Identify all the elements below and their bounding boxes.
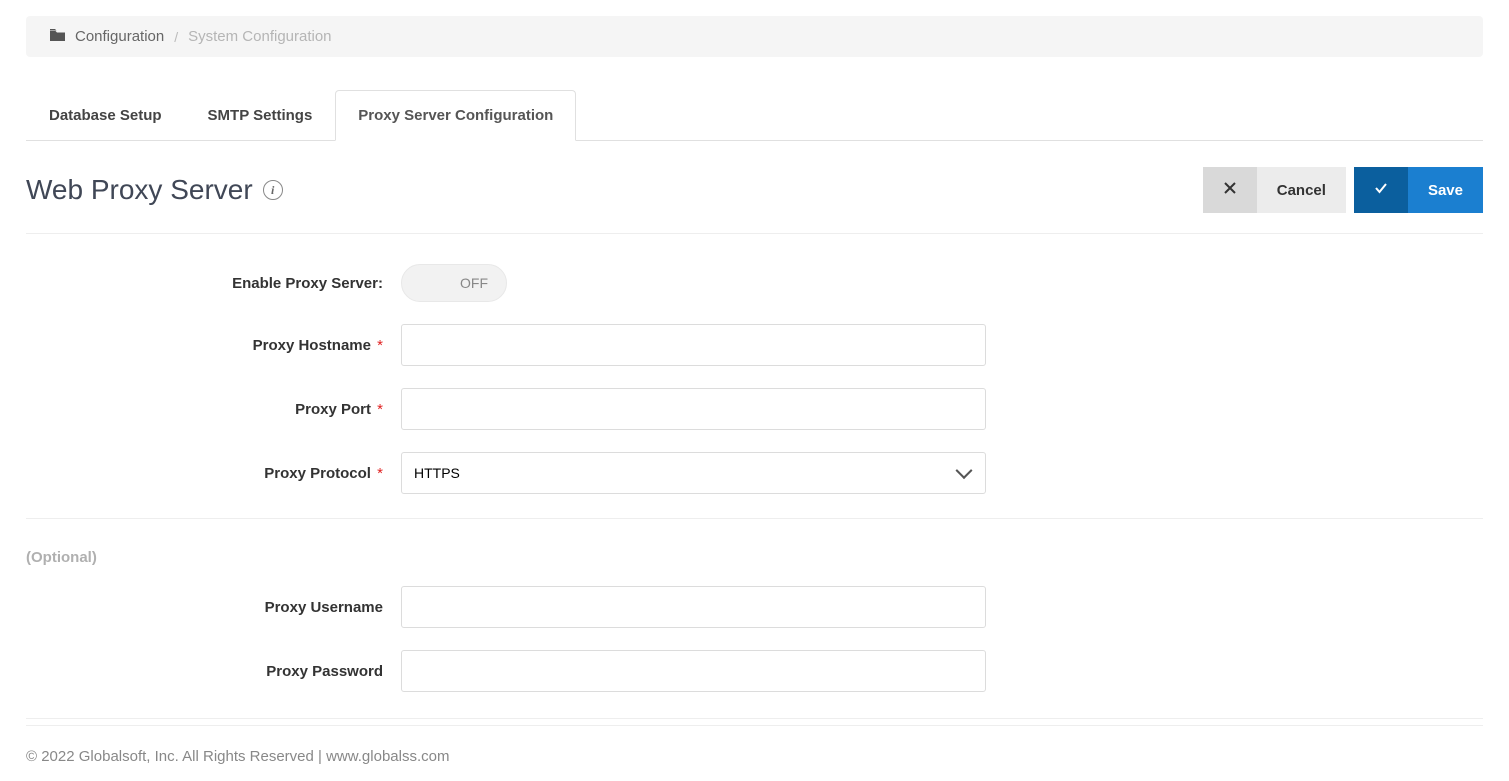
proxy-password-label: Proxy Password <box>26 663 401 680</box>
required-asterisk: * <box>373 337 383 354</box>
page-title-text: Web Proxy Server <box>26 174 253 206</box>
enable-proxy-label: Enable Proxy Server: <box>26 275 401 292</box>
cancel-icon-button[interactable] <box>1203 167 1257 213</box>
tab-database-setup[interactable]: Database Setup <box>26 90 185 141</box>
proxy-hostname-label: Proxy Hostname * <box>26 337 401 354</box>
save-icon-button[interactable] <box>1354 167 1408 213</box>
breadcrumb-separator: / <box>174 29 178 45</box>
tab-proxy-server-configuration[interactable]: Proxy Server Configuration <box>335 90 576 141</box>
tab-smtp-settings[interactable]: SMTP Settings <box>185 90 336 141</box>
page-title: Web Proxy Server i <box>26 174 283 206</box>
footer-text: © 2022 Globalsoft, Inc. All Rights Reser… <box>26 740 1483 781</box>
page-header: Web Proxy Server i Cancel Save <box>26 141 1483 234</box>
form-section-main: Enable Proxy Server: OFF Proxy Hostname … <box>26 234 1483 519</box>
enable-proxy-toggle[interactable]: OFF <box>401 264 507 302</box>
proxy-username-input[interactable] <box>401 586 986 628</box>
required-asterisk: * <box>373 401 383 418</box>
cancel-button[interactable]: Cancel <box>1257 167 1346 213</box>
folder-icon <box>50 29 65 45</box>
breadcrumb: Configuration / System Configuration <box>26 16 1483 57</box>
proxy-protocol-select[interactable]: HTTPS <box>401 452 986 494</box>
toggle-state-label: OFF <box>460 275 488 291</box>
proxy-port-label: Proxy Port * <box>26 401 401 418</box>
breadcrumb-parent-link[interactable]: Configuration <box>75 28 164 45</box>
proxy-hostname-input[interactable] <box>401 324 986 366</box>
tabs-container: Database Setup SMTP Settings Proxy Serve… <box>26 89 1483 141</box>
info-icon[interactable]: i <box>263 180 283 200</box>
required-asterisk: * <box>373 465 383 482</box>
proxy-password-input[interactable] <box>401 650 986 692</box>
form-section-optional: (Optional) Proxy Username Proxy Password <box>26 519 1483 719</box>
proxy-port-input[interactable] <box>401 388 986 430</box>
header-buttons: Cancel Save <box>1203 167 1483 213</box>
proxy-protocol-label: Proxy Protocol * <box>26 465 401 482</box>
optional-header: (Optional) <box>26 549 1483 566</box>
breadcrumb-current: System Configuration <box>188 28 331 45</box>
close-icon <box>1224 181 1236 199</box>
proxy-username-label: Proxy Username <box>26 599 401 616</box>
save-button[interactable]: Save <box>1408 167 1483 213</box>
checkmark-icon <box>1374 181 1388 199</box>
bottom-divider <box>26 725 1483 726</box>
